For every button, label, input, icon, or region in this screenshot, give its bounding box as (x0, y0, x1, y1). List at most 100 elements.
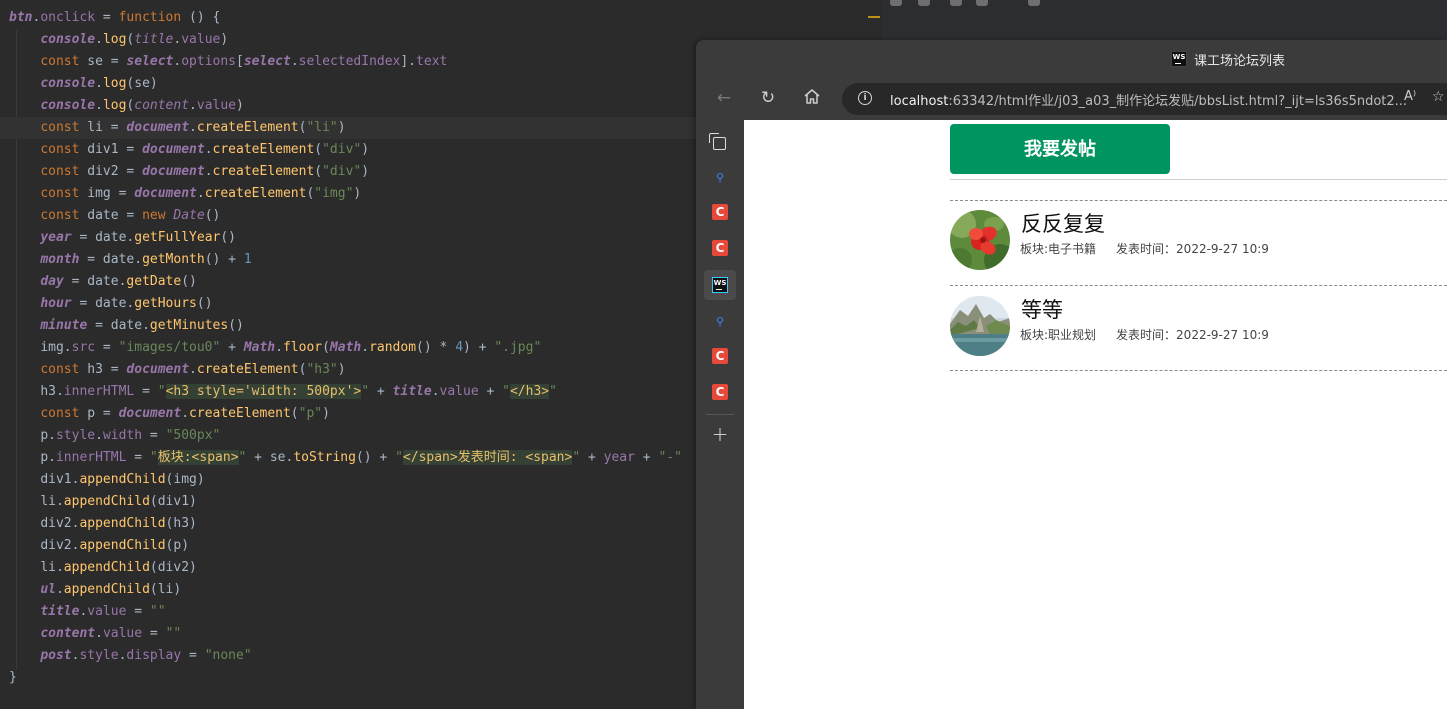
sidebar-app-webstorm[interactable]: WS (704, 270, 736, 300)
add-icon[interactable]: + (708, 422, 732, 446)
code-line[interactable]: li.appendChild(div1) (9, 491, 197, 513)
code-token: div2 = (79, 164, 143, 179)
code-token: = date. (79, 252, 143, 267)
address-bar[interactable]: i localhost:63342/html作业/j03_a03_制作论坛发贴/… (842, 83, 1447, 115)
code-line[interactable]: day = date.getDate() (9, 271, 197, 293)
code-token: . (189, 120, 197, 135)
code-token: console (40, 32, 96, 47)
code-token: li. (40, 560, 64, 575)
code-line[interactable]: console.log(title.value) (9, 29, 228, 51)
code-token: createElement (212, 164, 315, 179)
url-path: :63342/html作业/j03_a03_制作论坛发贴/bbsList.htm… (948, 94, 1408, 109)
code-line[interactable]: div2.appendChild(p) (9, 535, 189, 557)
code-token: ) (361, 164, 370, 179)
code-token: ) (220, 32, 229, 47)
toolbar-icon[interactable] (1028, 0, 1040, 6)
code-line[interactable]: minute = date.getMinutes() (9, 315, 244, 337)
code-line[interactable]: h3.innerHTML = "<h3 style='width: 500px'… (9, 381, 557, 403)
back-arrow-icon[interactable]: ← (714, 88, 734, 108)
code-token: = (95, 340, 119, 355)
code-token: img = (79, 186, 135, 201)
code-token: = (142, 428, 166, 443)
code-token: "img" (314, 186, 354, 201)
post-item[interactable]: 反反复复 板块:电子书籍 发表时间：2022-9-27 10:9 (950, 210, 1447, 272)
code-token: . (275, 340, 283, 355)
code-line[interactable]: console.log(content.value) (9, 95, 244, 117)
code-line[interactable]: month = date.getMonth() + 1 (9, 249, 251, 271)
code-line[interactable]: const se = select.options[select.selecte… (9, 51, 447, 73)
post-avatar-flower (950, 210, 1010, 270)
code-token: createElement (189, 406, 291, 421)
code-line[interactable]: const li = document.createElement("li") (0, 117, 699, 139)
code-line[interactable]: post.style.display = "none" (9, 645, 251, 667)
code-token: ( (290, 406, 299, 421)
warning-marker[interactable] (868, 16, 880, 18)
code-line[interactable]: content.value = "" (9, 623, 181, 645)
search-icon[interactable]: ⚲ (708, 310, 732, 334)
code-line[interactable]: const h3 = document.createElement("h3") (9, 359, 345, 381)
search-icon[interactable]: ⚲ (708, 166, 732, 190)
code-line[interactable]: hour = date.getHours() (9, 293, 212, 315)
code-line[interactable]: const img = document.createElement("img"… (9, 183, 361, 205)
code-line[interactable]: div1.appendChild(img) (9, 469, 204, 491)
code-line[interactable]: const div2 = document.createElement("div… (9, 161, 369, 183)
code-token: + (478, 384, 503, 399)
code-token: ) (322, 406, 330, 421)
code-line[interactable]: console.log(se) (9, 73, 157, 95)
code-line[interactable]: } (9, 667, 17, 689)
code-line[interactable]: p.style.width = "500px" (9, 425, 220, 447)
url-text[interactable]: localhost:63342/html作业/j03_a03_制作论坛发贴/bb… (890, 90, 1407, 109)
code-token: . (95, 76, 103, 91)
code-token: (div2) (149, 560, 197, 575)
code-line[interactable]: const p = document.createElement("p") (9, 403, 330, 425)
sidebar-app-c-2[interactable]: C (708, 236, 732, 260)
site-info-icon[interactable]: i (858, 91, 872, 105)
sidebar-app-c-1[interactable]: C (708, 200, 732, 224)
code-token: (div1) (149, 494, 197, 509)
code-token: + (220, 340, 244, 355)
code-token: () + (204, 252, 244, 267)
post-item[interactable]: 等等 板块:职业规划 发表时间：2022-9-27 10:9 (950, 296, 1447, 358)
code-token: = (142, 626, 166, 641)
sidebar-app-c-3[interactable]: C (708, 344, 732, 368)
new-post-button[interactable]: 我要发帖 (950, 124, 1170, 174)
title-bar[interactable]: WS 课工场论坛列表 (696, 40, 1447, 78)
code-line[interactable]: btn.onclick = function () { (9, 7, 220, 29)
post-title[interactable]: 等等 (1021, 294, 1063, 324)
code-line[interactable]: title.value = "" (9, 601, 165, 623)
code-line[interactable]: const date = new Date() (9, 205, 220, 227)
code-token: . (95, 626, 103, 641)
toolbar-icon[interactable] (918, 0, 930, 6)
code-token: () (220, 230, 236, 245)
read-aloud-icon[interactable]: A⁾ (1404, 89, 1416, 104)
code-token: "-" (658, 450, 682, 465)
code-line[interactable]: div2.appendChild(h3) (9, 513, 197, 535)
code-token: " (572, 450, 581, 465)
tab-actions-icon[interactable] (708, 132, 732, 156)
code-line[interactable]: p.innerHTML = "板块:<span>" + se.toString(… (9, 447, 682, 469)
toolbar-icon[interactable] (976, 0, 988, 6)
code-line[interactable]: li.appendChild(div2) (9, 557, 197, 579)
tabs-icon (709, 133, 726, 150)
post-title[interactable]: 反反复复 (1021, 208, 1105, 238)
favorite-star-icon[interactable]: ☆ (1432, 89, 1445, 105)
code-token: value (102, 626, 143, 641)
code-line[interactable]: const div1 = document.createElement("div… (9, 139, 369, 161)
code-token: innerHTML (63, 384, 135, 399)
sidebar-app-c-4[interactable]: C (708, 380, 732, 404)
post-meta: 板块:电子书籍 发表时间：2022-9-27 10:9 (1020, 240, 1269, 257)
refresh-icon[interactable]: ↻ (758, 88, 778, 108)
c-app-icon: C (712, 204, 728, 220)
toolbar-icon[interactable] (950, 0, 962, 6)
toolbar-icon[interactable] (890, 0, 902, 6)
post-time: 发表时间：2022-9-27 10:9 (1116, 328, 1269, 342)
code-line[interactable]: img.src = "images/tou0" + Math.floor(Mat… (9, 337, 541, 359)
home-icon[interactable] (802, 88, 822, 108)
code-line[interactable]: year = date.getFullYear() (9, 227, 236, 249)
code-line[interactable]: ul.appendChild(li) (9, 579, 181, 601)
